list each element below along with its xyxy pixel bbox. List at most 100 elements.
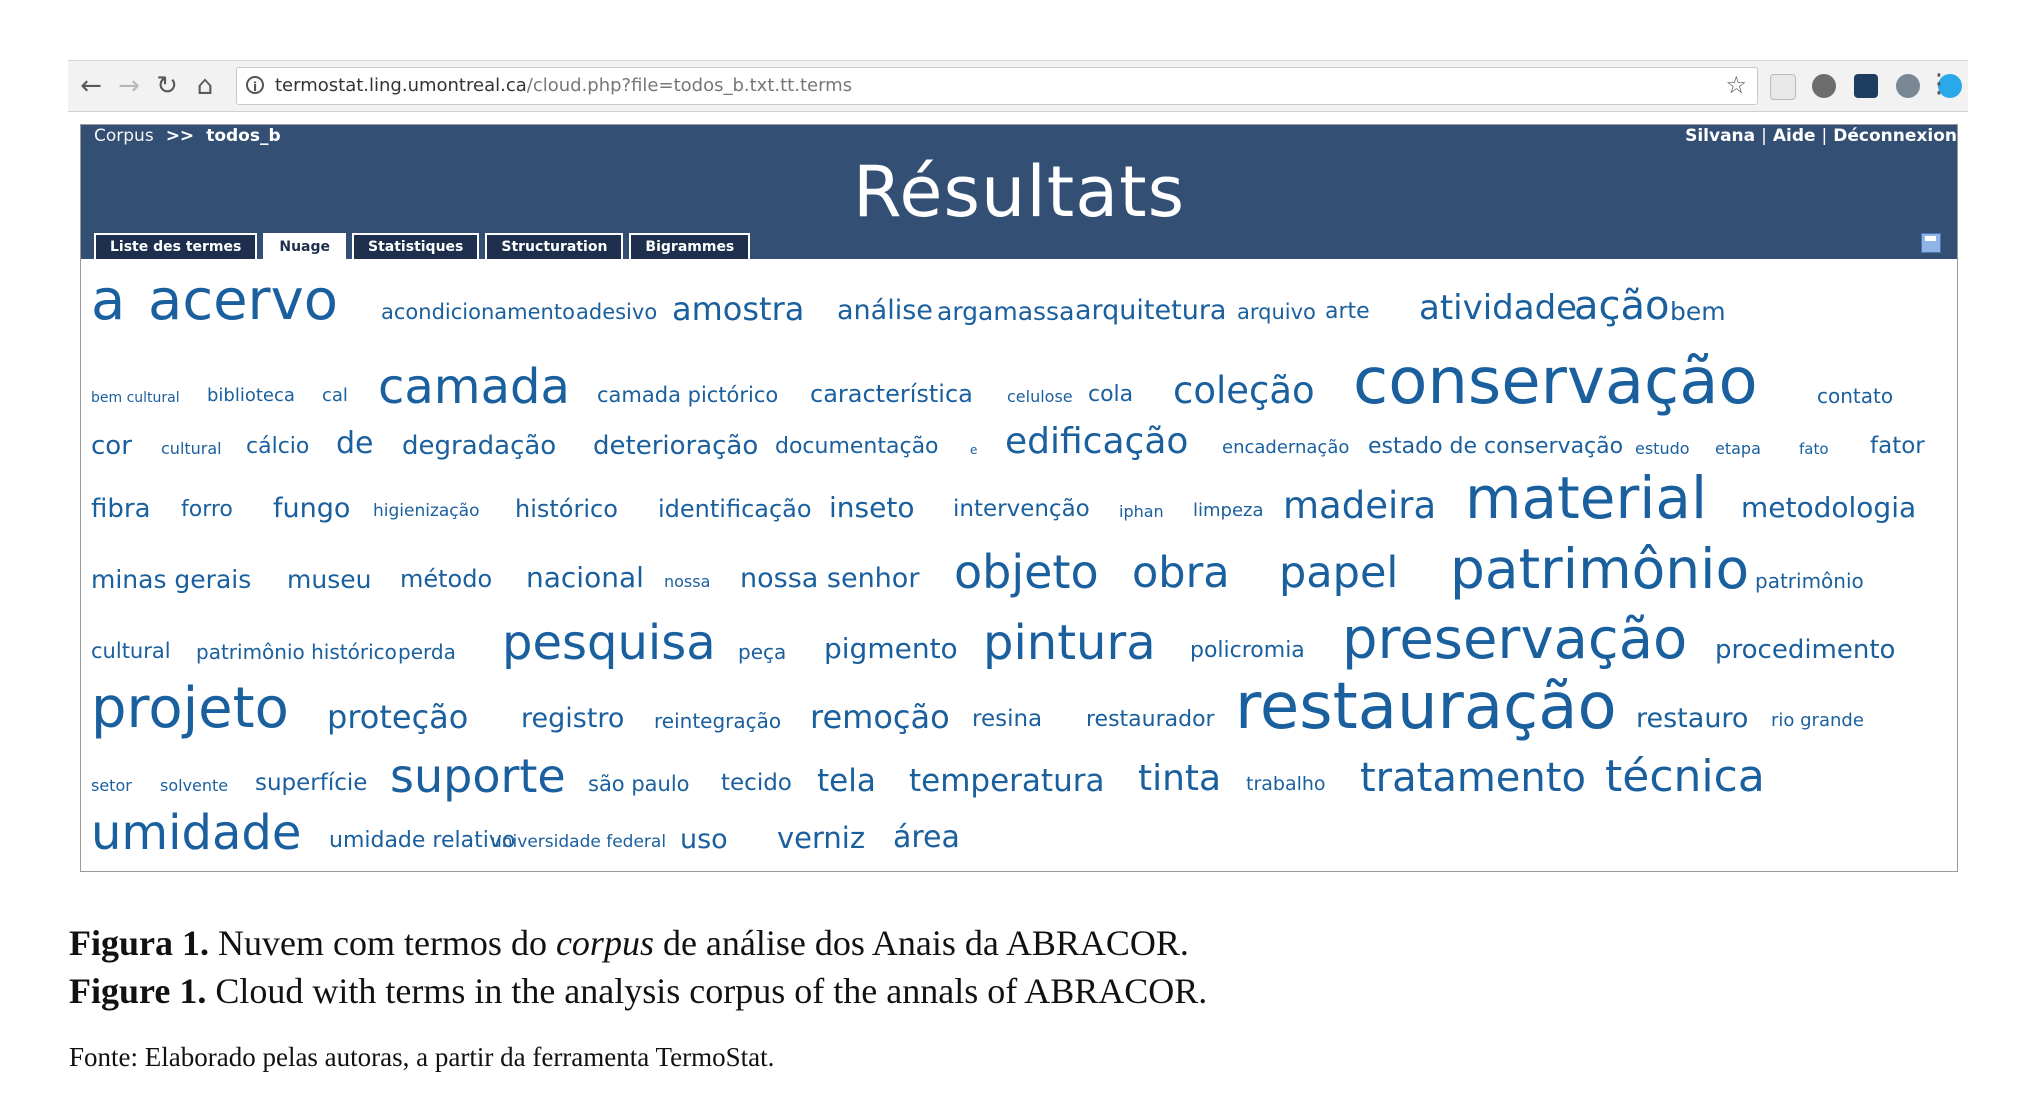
cloud-term[interactable]: área: [893, 823, 960, 853]
save-icon[interactable]: [1921, 233, 1941, 253]
cloud-term[interactable]: projeto: [91, 681, 289, 737]
cloud-term[interactable]: edificação: [1005, 424, 1188, 460]
cloud-term[interactable]: arquitetura: [1075, 297, 1226, 324]
cloud-term[interactable]: tratamento: [1360, 758, 1586, 798]
cloud-term[interactable]: fibra: [91, 496, 151, 522]
cloud-term[interactable]: temperatura: [909, 765, 1104, 797]
cloud-term[interactable]: coleção: [1173, 372, 1315, 409]
info-icon[interactable]: i: [246, 76, 264, 94]
cloud-term[interactable]: nacional: [526, 564, 644, 592]
cloud-term[interactable]: a: [91, 273, 125, 329]
cloud-term[interactable]: acervo: [148, 273, 338, 329]
cloud-term[interactable]: material: [1465, 469, 1707, 527]
cloud-term[interactable]: iphan: [1119, 503, 1164, 520]
cloud-term[interactable]: são paulo: [588, 773, 690, 795]
forward-arrow-icon[interactable]: →: [112, 69, 146, 103]
logout-link[interactable]: Déconnexion: [1833, 126, 1957, 146]
cloud-term[interactable]: intervenção: [953, 498, 1090, 521]
help-link[interactable]: Aide: [1773, 126, 1816, 146]
menu-dots-icon[interactable]: ⋮: [1926, 69, 1952, 99]
cloud-term[interactable]: inseto: [829, 494, 914, 522]
cloud-term[interactable]: limpeza: [1193, 502, 1264, 520]
user-link[interactable]: Silvana: [1685, 126, 1755, 146]
url-text[interactable]: termostat.ling.umontreal.ca/cloud.php?fi…: [275, 75, 852, 96]
cloud-term[interactable]: cálcio: [246, 435, 309, 458]
cloud-term[interactable]: procedimento: [1715, 637, 1895, 663]
cloud-term[interactable]: trabalho: [1246, 775, 1326, 794]
home-icon[interactable]: ⌂: [188, 69, 222, 103]
cloud-term[interactable]: e: [970, 444, 977, 456]
cloud-term[interactable]: histórico: [515, 497, 618, 521]
cloud-term[interactable]: obra: [1132, 551, 1230, 595]
cloud-term[interactable]: patrimônio: [1450, 541, 1749, 597]
bookmark-star-icon[interactable]: ☆: [1725, 71, 1747, 99]
cloud-term[interactable]: nossa: [664, 573, 710, 590]
cloud-term[interactable]: fungo: [273, 495, 350, 522]
cloud-term[interactable]: arte: [1325, 300, 1370, 323]
cloud-term[interactable]: papel: [1279, 551, 1398, 595]
cloud-term[interactable]: cultural: [91, 640, 171, 662]
cloud-term[interactable]: museu: [287, 567, 371, 592]
cloud-term[interactable]: registro: [521, 705, 624, 732]
cloud-term[interactable]: madeira: [1283, 487, 1436, 524]
cloud-term[interactable]: perda: [398, 642, 456, 662]
cloud-term[interactable]: umidade: [91, 809, 301, 857]
cloud-term[interactable]: peça: [738, 642, 786, 662]
cloud-term[interactable]: cola: [1088, 383, 1133, 406]
cloud-term[interactable]: tinta: [1138, 761, 1221, 797]
cloud-term[interactable]: etapa: [1715, 440, 1761, 457]
cloud-term[interactable]: cultural: [161, 440, 222, 457]
cloud-term[interactable]: estudo: [1635, 440, 1690, 457]
cloud-term[interactable]: amostra: [672, 293, 804, 325]
cloud-term[interactable]: encadernação: [1222, 439, 1349, 457]
cloud-term[interactable]: uso: [680, 826, 728, 853]
cloud-term[interactable]: contato: [1817, 386, 1893, 406]
cloud-term[interactable]: cor: [91, 433, 132, 459]
cloud-term[interactable]: bem: [1670, 299, 1726, 324]
cloud-term[interactable]: objeto: [954, 549, 1099, 595]
cloud-term[interactable]: universidade federal: [491, 834, 666, 851]
cloud-term[interactable]: cal: [322, 387, 348, 405]
cloud-term[interactable]: deterioração: [593, 433, 758, 459]
cloud-term[interactable]: suporte: [390, 753, 566, 799]
cloud-term[interactable]: conservação: [1353, 350, 1758, 414]
cloud-term[interactable]: fator: [1870, 435, 1925, 458]
back-arrow-icon[interactable]: ←: [74, 69, 108, 103]
cloud-term[interactable]: restaurador: [1086, 708, 1215, 731]
cloud-term[interactable]: pigmento: [824, 635, 958, 663]
cloud-term[interactable]: bem cultural: [91, 391, 180, 405]
cloud-term[interactable]: estado de conservação: [1368, 435, 1623, 458]
cloud-term[interactable]: umidade relativo: [329, 829, 515, 852]
cloud-term[interactable]: patrimônio: [1755, 571, 1864, 591]
breadcrumb-corpus[interactable]: Corpus: [94, 126, 154, 146]
cloud-term[interactable]: método: [400, 567, 492, 591]
cloud-term[interactable]: restauro: [1636, 705, 1748, 732]
cloud-term[interactable]: camada: [378, 363, 570, 411]
cloud-term[interactable]: superfície: [255, 772, 367, 795]
cloud-term[interactable]: documentação: [775, 435, 939, 458]
cloud-term[interactable]: remoção: [810, 701, 950, 733]
cloud-term[interactable]: característica: [810, 382, 973, 406]
cloud-term[interactable]: setor: [91, 777, 132, 794]
cloud-term[interactable]: tecido: [721, 772, 792, 795]
tab-term-list[interactable]: Liste des termes: [94, 233, 258, 259]
cloud-term[interactable]: preservação: [1342, 612, 1687, 668]
cloud-term[interactable]: atividade: [1419, 291, 1577, 325]
cloud-term[interactable]: pintura: [983, 619, 1156, 667]
cloud-term[interactable]: análise: [837, 297, 933, 324]
cloud-term[interactable]: arquivo: [1237, 301, 1316, 323]
cloud-term[interactable]: higienização: [373, 503, 479, 520]
cloud-term[interactable]: pesquisa: [502, 619, 716, 667]
cloud-term[interactable]: resina: [972, 708, 1042, 731]
cloud-term[interactable]: proteção: [327, 701, 468, 733]
cloud-term[interactable]: restauração: [1235, 675, 1617, 739]
cloud-term[interactable]: biblioteca: [207, 387, 295, 405]
address-bar[interactable]: i termostat.ling.umontreal.ca/cloud.php?…: [236, 67, 1758, 105]
cloud-term[interactable]: patrimônio histórico: [196, 642, 397, 662]
extension-c-icon[interactable]: [1854, 74, 1878, 98]
cloud-term[interactable]: minas gerais: [91, 567, 251, 592]
cloud-term[interactable]: verniz: [777, 824, 865, 853]
cloud-term[interactable]: reintegração: [654, 711, 781, 731]
cloud-term[interactable]: de: [336, 429, 374, 459]
cloud-term[interactable]: policromia: [1190, 639, 1305, 662]
